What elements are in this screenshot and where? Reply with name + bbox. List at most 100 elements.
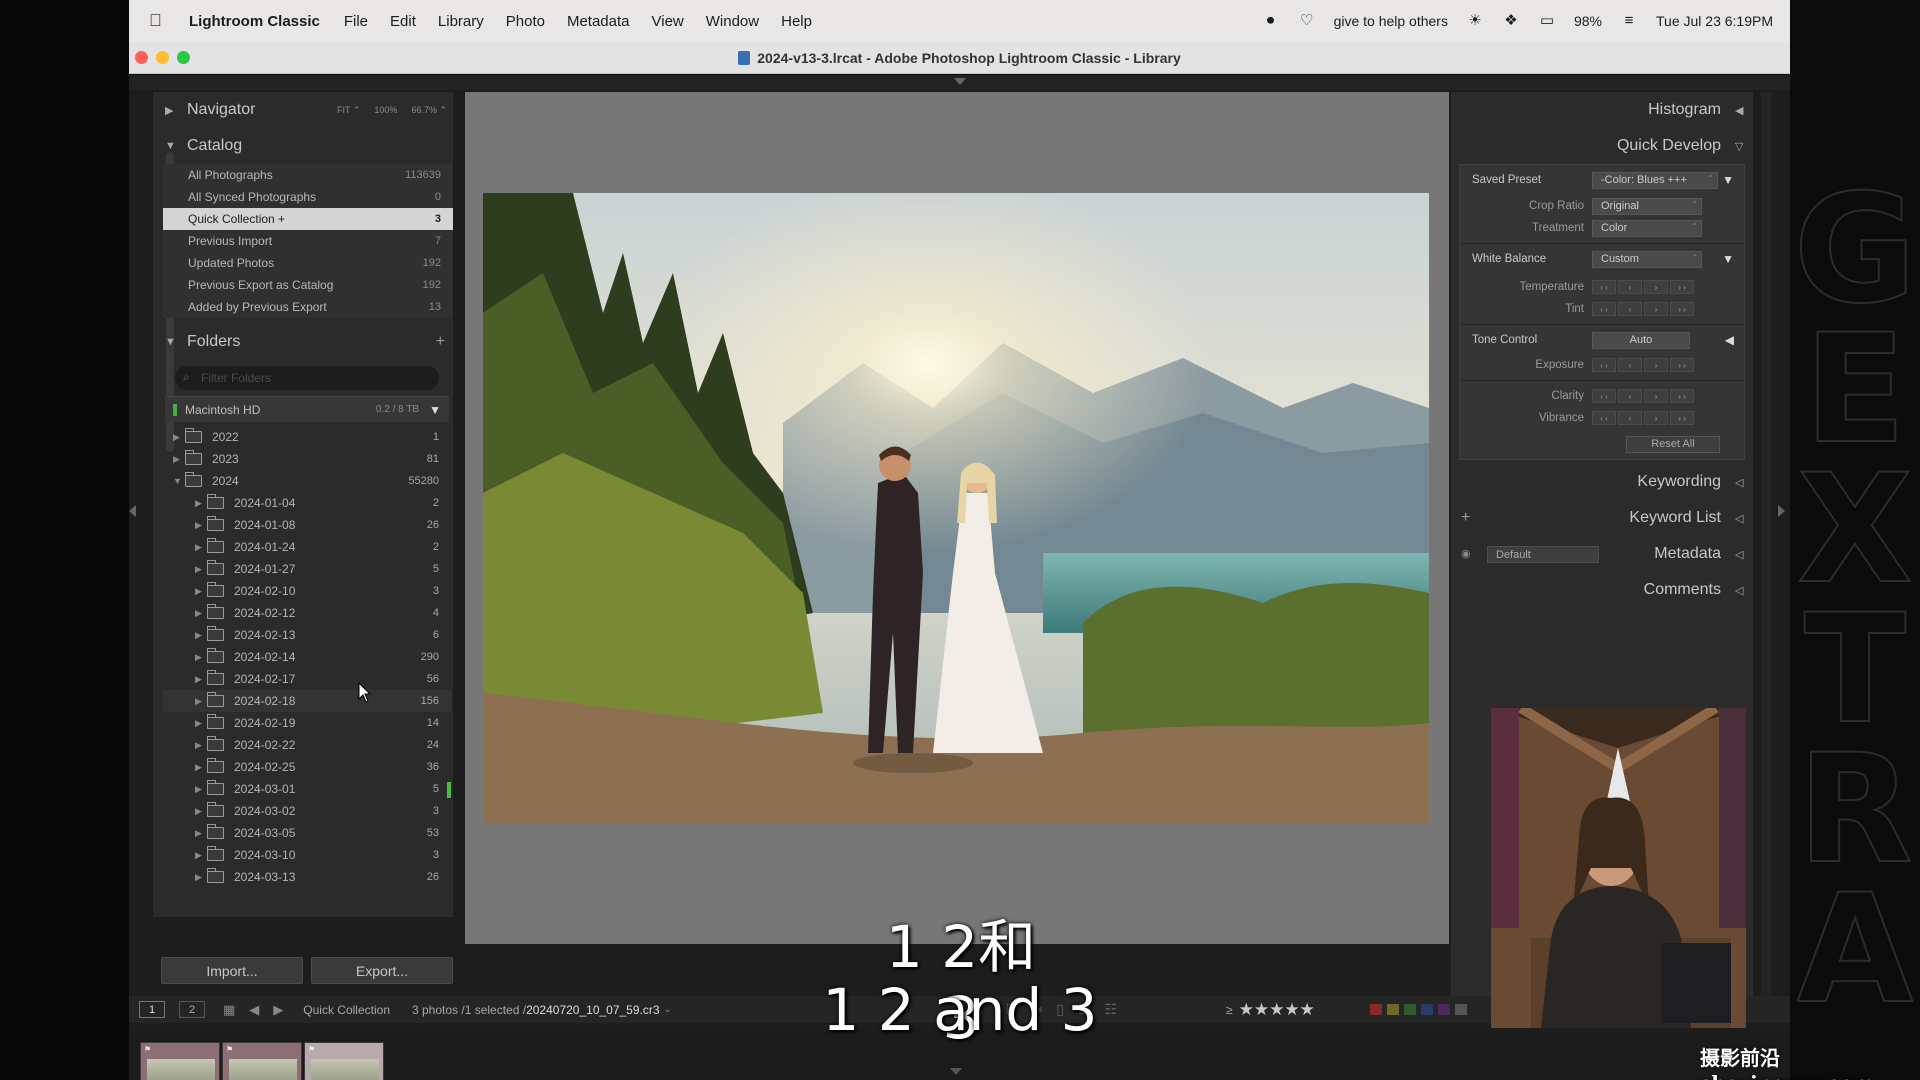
zoom-fit[interactable]: FIT ⌃ [337,105,360,116]
export-button[interactable]: Export... [311,957,453,984]
star-rating-icons[interactable]: ★★★★★ [1239,1000,1315,1020]
catalog-item[interactable]: Updated Photos 192 [163,252,453,274]
forward-arrow-icon[interactable]: ▶ [273,1002,283,1018]
app-name-menu[interactable]: Lightroom Classic [189,13,320,30]
zoom-100[interactable]: 100% [374,105,397,116]
disclosure-triangle-icon[interactable]: ▶ [195,564,207,575]
step-up[interactable]: › [1644,411,1668,425]
main-photo[interactable] [483,193,1429,824]
disclosure-triangle-icon[interactable]: ▶ [195,784,207,795]
brightness-icon[interactable]: ☀ [1466,13,1484,29]
label-red-filter[interactable] [1370,1004,1382,1015]
menu-window[interactable]: Window [706,13,759,30]
step-down[interactable]: ‹ [1618,280,1642,294]
navigator-header[interactable]: ▶ Navigator FIT ⌃ 100% 66.7% ⌃ [163,92,451,128]
disclosure-triangle-icon[interactable]: ▶ [173,454,185,465]
menu-library[interactable]: Library [438,13,484,30]
disclosure-triangle-icon[interactable]: ▶ [195,740,207,751]
label-gray-filter[interactable] [1455,1004,1467,1015]
maximize-button[interactable] [177,51,190,64]
label-blue-filter[interactable] [1421,1004,1433,1015]
catalog-item[interactable]: All Synced Photographs 0 [163,186,453,208]
step-large-down[interactable]: ‹ ‹ [1592,389,1616,403]
label-green-filter[interactable] [1404,1004,1416,1015]
disclosure-triangle-icon[interactable]: ▶ [195,806,207,817]
step-up[interactable]: › [1644,280,1668,294]
filmstrip-thumbnail[interactable]: ⚑★★ [222,1042,302,1080]
source-label[interactable]: Quick Collection [303,1003,390,1017]
step-up[interactable]: › [1644,358,1668,372]
folder-row[interactable]: ▶ 2024-02-12 4 [163,602,451,624]
step-large-down[interactable]: ‹ ‹ [1592,302,1616,316]
step-up[interactable]: › [1644,389,1668,403]
disclosure-triangle-icon[interactable]: ▶ [195,696,207,707]
disclosure-triangle-icon[interactable]: ▶ [195,828,207,839]
folder-row[interactable]: ▶ 2024-01-27 5 [163,558,451,580]
folder-row[interactable]: ▶ 2024-02-13 6 [163,624,451,646]
comments-header[interactable]: Comments ◁ [1451,572,1753,608]
volume-macintosh-hd[interactable]: Macintosh HD 0.2 / 8 TB ▼ [165,396,449,422]
control-center-icon[interactable]: ≡ [1620,13,1638,29]
support-icon[interactable]: ♡ [1298,13,1316,29]
add-keyword-icon[interactable]: + [1461,509,1470,527]
minimize-button[interactable] [156,51,169,64]
catalog-item[interactable]: Previous Export as Catalog 192 [163,274,453,296]
keywording-header[interactable]: Keywording ◁ [1451,464,1753,500]
catalog-item[interactable]: Previous Import 7 [163,230,453,252]
step-down[interactable]: ‹ [1618,358,1642,372]
catalog-item[interactable]: Added by Previous Export 13 [163,296,453,318]
collapsed-arrow-icon[interactable]: ◀ [1725,333,1734,347]
folder-row[interactable]: ▶ 2024-01-08 26 [163,514,451,536]
dropbox-icon[interactable]: ❖ [1502,13,1520,29]
filmstrip-thumbnail[interactable]: ⚑★★ [304,1042,384,1080]
folder-row[interactable]: ▶ 2024-02-22 24 [163,734,451,756]
folder-row[interactable]: ▶ 2024-03-05 53 [163,822,451,844]
main-window-button[interactable]: 1 [139,1001,165,1018]
folder-row[interactable]: ▶ 2024-02-25 36 [163,756,451,778]
menu-view[interactable]: View [652,13,684,30]
battery-percent[interactable]: 98% [1574,13,1602,29]
crop-ratio-select[interactable]: Original [1592,197,1702,215]
folder-row[interactable]: ▶ 2024-02-10 3 [163,580,451,602]
step-large-up[interactable]: › › [1670,389,1694,403]
label-purple-filter[interactable] [1438,1004,1450,1015]
folder-row[interactable]: ▶ 2022 1 [163,426,451,448]
disclosure-triangle-icon[interactable]: ▶ [195,652,207,663]
step-large-down[interactable]: ‹ ‹ [1592,411,1616,425]
quick-develop-header[interactable]: Quick Develop ▽ [1451,128,1753,164]
keyword-list-header[interactable]: + Keyword List ◁ [1451,500,1753,536]
close-button[interactable] [135,51,148,64]
folder-row[interactable]: ▶ 2024-02-17 56 [163,668,451,690]
top-panel-toggle[interactable] [129,75,1790,90]
secondary-window-button[interactable]: 2 [179,1001,205,1018]
folder-row[interactable]: ▶ 2024-02-19 14 [163,712,451,734]
disclosure-down-icon[interactable]: ▼ [1722,252,1734,266]
step-large-up[interactable]: › › [1670,411,1694,425]
right-panel-scrollbar[interactable] [1761,92,1771,1000]
disclosure-triangle-icon[interactable]: ▶ [195,520,207,531]
chevron-down-icon[interactable]: ⌄ [664,1004,672,1015]
step-down[interactable]: ‹ [1618,389,1642,403]
filmstrip-thumbnail[interactable]: ⚑★★ [140,1042,220,1080]
right-panel-toggle[interactable] [1778,505,1785,517]
metadata-preset-select[interactable]: Default [1487,546,1599,563]
histogram-header[interactable]: Histogram ◀ [1451,92,1753,128]
menu-help[interactable]: Help [781,13,812,30]
bottom-panel-toggle[interactable] [950,1068,962,1075]
folder-row[interactable]: ▶ 2024-03-13 26 [163,866,451,888]
folder-row[interactable]: ▶ 2024-02-18 156 [163,690,451,712]
disclosure-triangle-icon[interactable]: ▶ [195,850,207,861]
folder-row[interactable]: ▶ 2024-03-02 3 [163,800,451,822]
import-button[interactable]: Import... [161,957,303,984]
selected-filename[interactable]: 20240720_10_07_59.cr3 [526,1003,659,1017]
step-up[interactable]: › [1644,302,1668,316]
step-down[interactable]: ‹ [1618,302,1642,316]
folder-row[interactable]: ▶ 2024-01-24 2 [163,536,451,558]
disclosure-down-icon[interactable]: ▼ [1722,173,1734,187]
disclosure-triangle-icon[interactable]: ▶ [195,872,207,883]
folder-row[interactable]: ▶ 2024-03-10 3 [163,844,451,866]
auto-tone-button[interactable]: Auto [1592,331,1690,349]
menu-metadata[interactable]: Metadata [567,13,630,30]
step-down[interactable]: ‹ [1618,411,1642,425]
step-large-up[interactable]: › › [1670,280,1694,294]
